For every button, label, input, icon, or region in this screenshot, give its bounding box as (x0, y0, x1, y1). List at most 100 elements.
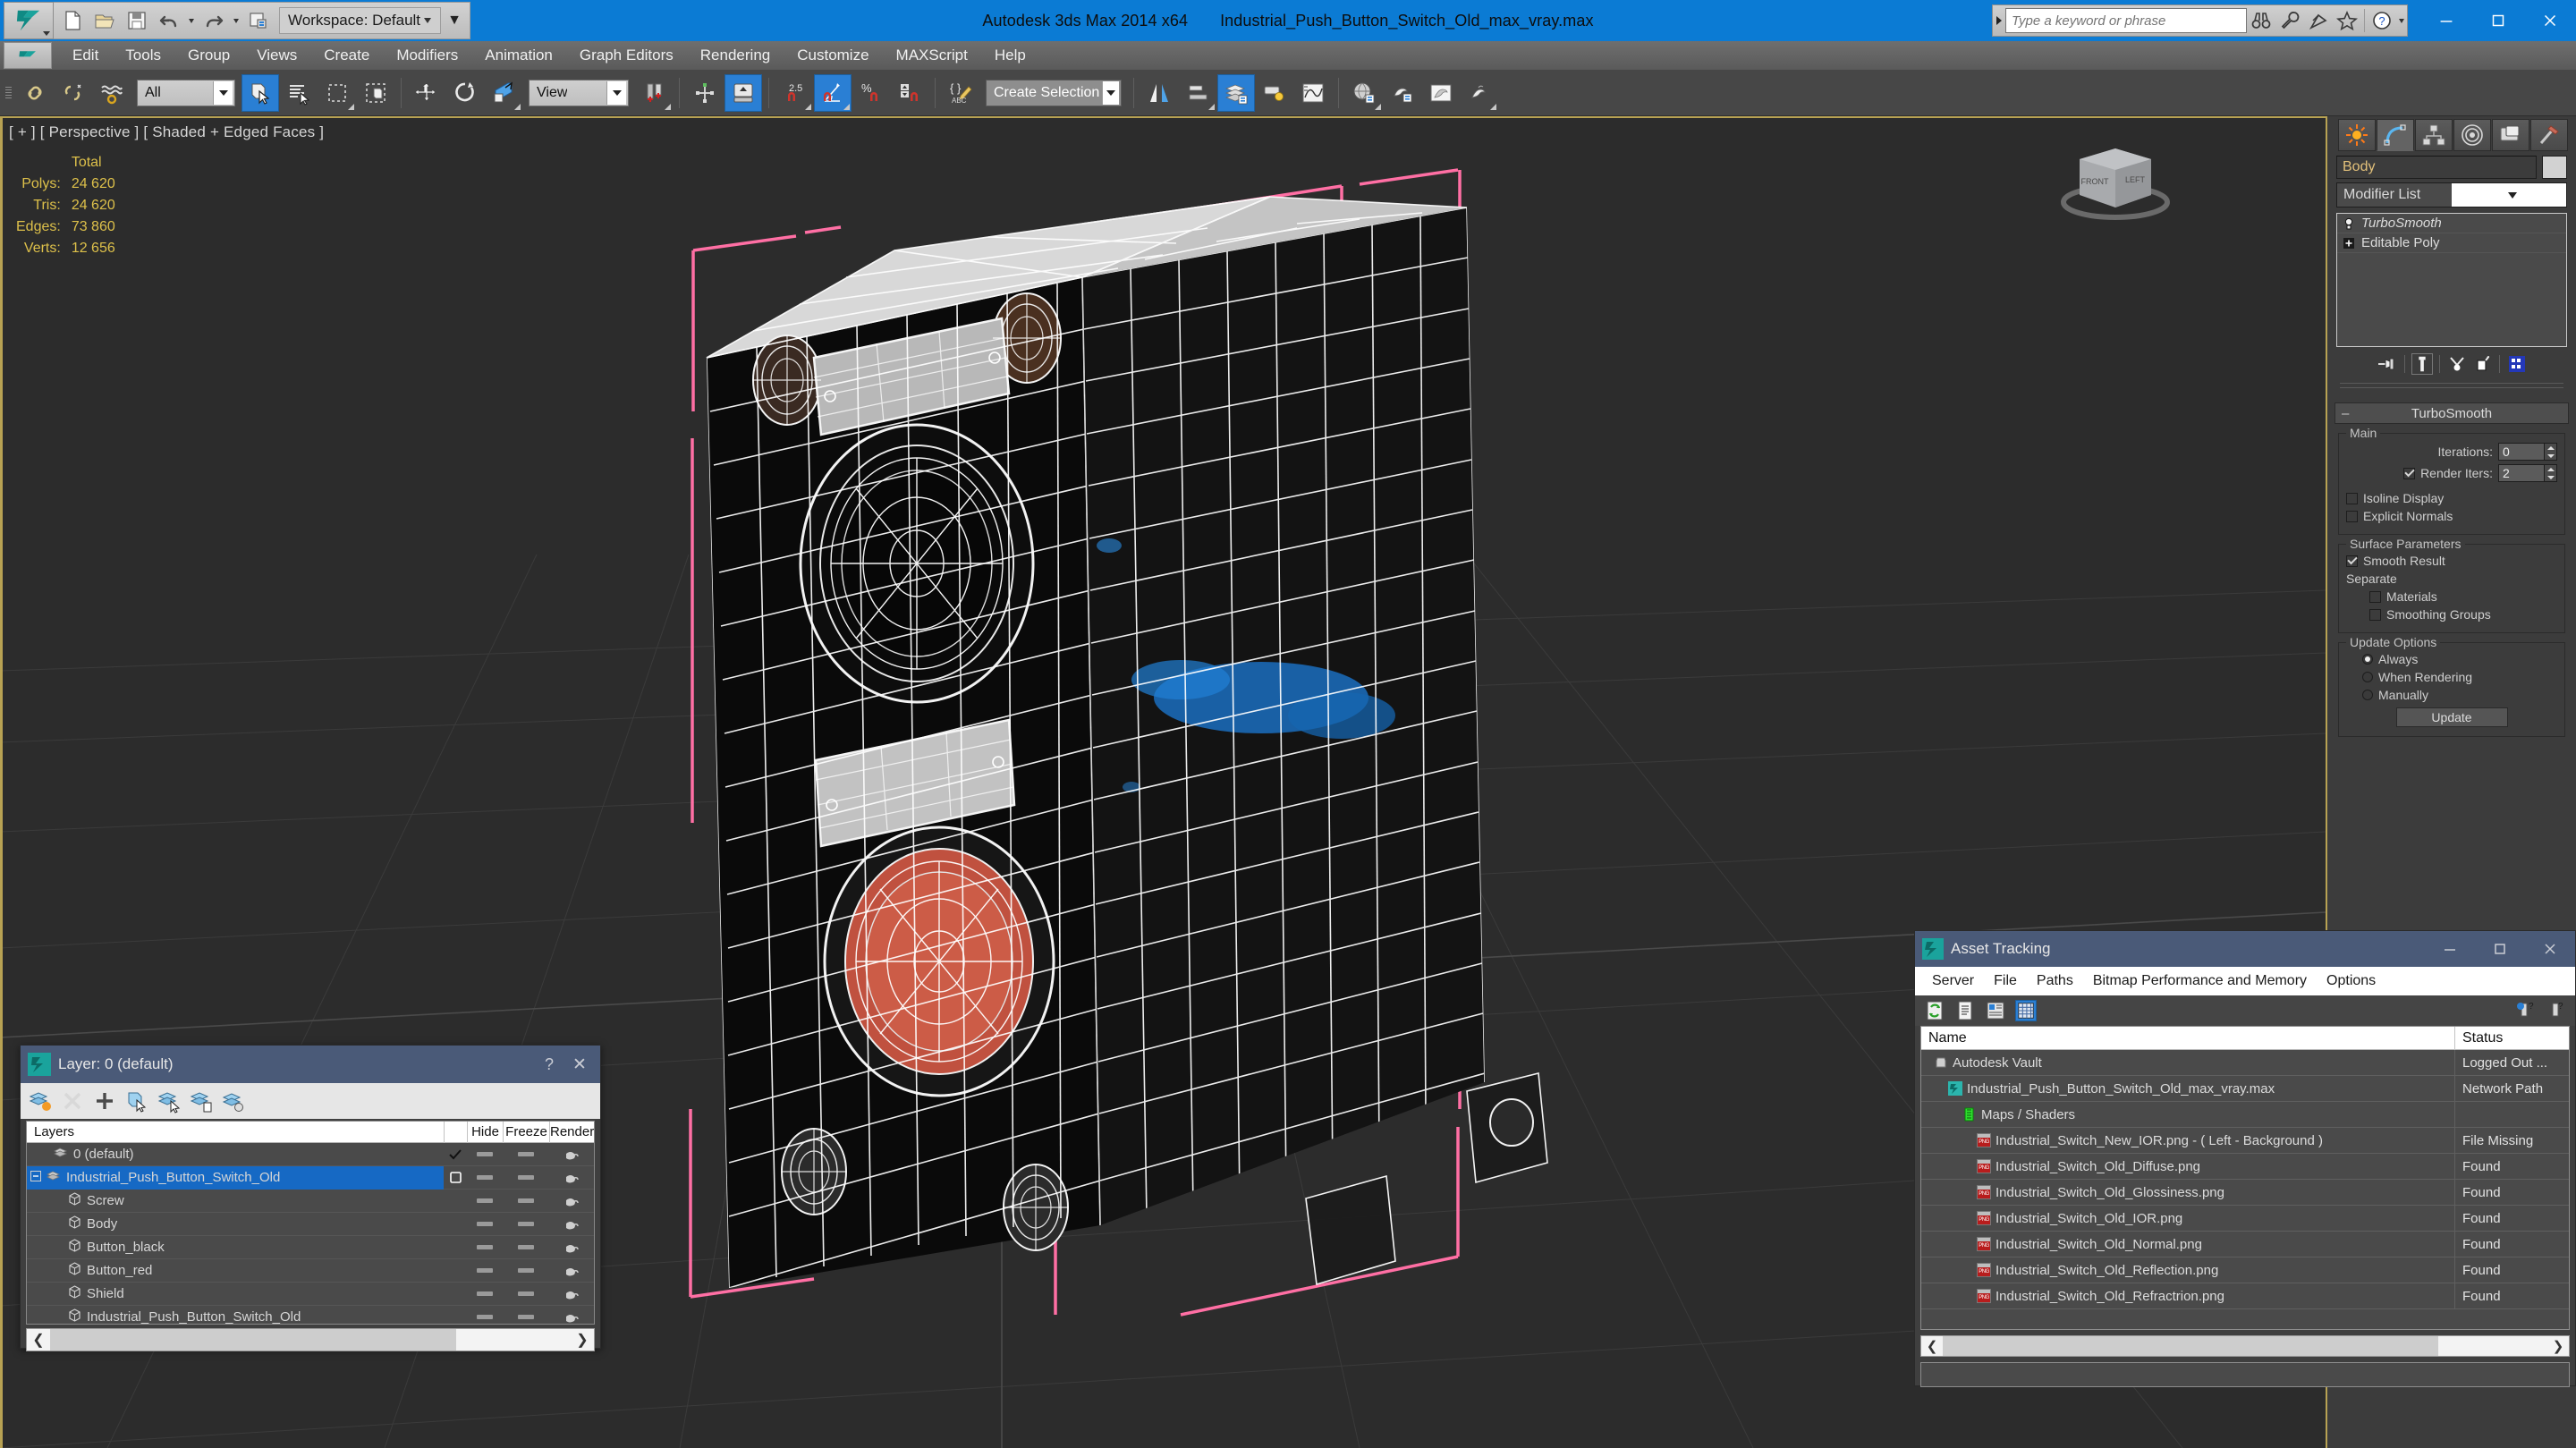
layer-hide-toggle-5[interactable] (467, 1268, 503, 1273)
layer-hide-toggle-3[interactable] (467, 1222, 503, 1226)
set-project-folder-icon[interactable] (243, 5, 274, 36)
material-editor-icon[interactable] (1384, 74, 1421, 112)
menu-item-customize[interactable]: Customize (784, 41, 882, 70)
layer-horizontal-scrollbar[interactable]: ❮ ❯ (26, 1328, 595, 1351)
layer-render-toggle-2[interactable] (549, 1195, 594, 1207)
modifier-list-dropdown[interactable]: Modifier List (2336, 182, 2567, 207)
asset-scroll-left-icon[interactable]: ❮ (1921, 1338, 1943, 1354)
layer-render-toggle-0[interactable] (549, 1148, 594, 1161)
scrollbar-thumb[interactable] (50, 1329, 456, 1351)
layer-dialog-title-bar[interactable]: Layer: 0 (default) ? ✕ (21, 1046, 600, 1083)
window-crossing-icon[interactable] (357, 74, 394, 112)
undo-dropdown-icon[interactable] (186, 5, 197, 36)
menu-item-rendering[interactable]: Rendering (687, 41, 784, 70)
motion-tab-icon[interactable] (2453, 119, 2491, 151)
select-by-name-icon[interactable] (280, 74, 318, 112)
scroll-left-icon[interactable]: ❮ (27, 1331, 50, 1349)
select-and-rotate-icon[interactable] (446, 74, 484, 112)
percent-snap-toggle-icon[interactable]: % (852, 74, 890, 112)
plus-box-icon[interactable] (2343, 237, 2355, 250)
menu-item-modifiers[interactable]: Modifiers (383, 41, 471, 70)
isoline-display-checkbox[interactable] (2346, 492, 2358, 504)
layer-properties-icon[interactable] (221, 1088, 246, 1114)
help-question-icon[interactable]: ? (2368, 5, 2396, 36)
curve-editor-icon[interactable] (1294, 74, 1332, 112)
rectangular-selection-region-icon[interactable] (318, 74, 356, 112)
add-selection-to-layer-icon[interactable] (92, 1088, 117, 1114)
selection-filter-dropdown-icon[interactable] (213, 80, 233, 105)
table-row[interactable]: Button_red (27, 1259, 594, 1283)
display-tab-icon[interactable] (2492, 119, 2529, 151)
table-row[interactable]: Shield (27, 1283, 594, 1306)
materials-checkbox[interactable] (2369, 590, 2381, 603)
hierarchy-tab-icon[interactable] (2415, 119, 2453, 151)
lightbulb-icon[interactable] (2343, 217, 2355, 230)
render-setup-icon[interactable] (1422, 74, 1460, 112)
qat-overflow-icon[interactable]: ▼ (443, 5, 466, 36)
layer-freeze-toggle-1[interactable] (503, 1175, 549, 1180)
table-row[interactable]: Maps / Shaders (1921, 1101, 2569, 1128)
delete-layer-icon[interactable] (60, 1088, 85, 1114)
list-view-icon[interactable] (1954, 1000, 1976, 1021)
open-file-icon[interactable] (89, 5, 120, 36)
asset-tracking-minimize-button[interactable] (2425, 931, 2475, 967)
spinner-snap-toggle-icon[interactable] (891, 74, 928, 112)
materials-row[interactable]: Materials (2346, 589, 2557, 604)
layer-hide-toggle-0[interactable] (467, 1152, 503, 1156)
add-help-icon[interactable]: ? (2514, 1000, 2536, 1021)
maximize-button[interactable] (2472, 0, 2524, 41)
snaps-toggle-icon[interactable]: 2.5 (775, 74, 813, 112)
asset-menu-server[interactable]: Server (1922, 967, 1984, 995)
table-row[interactable]: Industrial_Switch_Old_Glossiness.png Fou… (1921, 1179, 2569, 1206)
asset-tracking-close-button[interactable] (2525, 931, 2575, 967)
stack-item-editable-poly[interactable]: Editable Poly (2337, 233, 2566, 253)
smooth-result-checkbox[interactable] (2346, 555, 2358, 567)
asset-menu-file[interactable]: File (1984, 967, 2027, 995)
create-tab-icon[interactable] (2338, 119, 2376, 151)
align-icon[interactable] (1179, 74, 1216, 112)
render-iters-spin-buttons[interactable] (2545, 464, 2557, 482)
angle-snap-toggle-icon[interactable] (814, 73, 852, 112)
select-highlighted-objects-icon[interactable] (157, 1088, 182, 1114)
remove-modifier-icon[interactable] (2471, 353, 2493, 375)
close-button[interactable] (2524, 0, 2576, 41)
explicit-normals-checkbox[interactable] (2346, 510, 2358, 522)
layer-dialog-help-button[interactable]: ? (534, 1055, 564, 1074)
table-row[interactable]: Industrial_Push_Button_Switch_Old_max_vr… (1921, 1075, 2569, 1102)
use-pivot-point-center-icon[interactable] (635, 74, 673, 112)
configure-modifier-sets-icon[interactable] (2506, 353, 2528, 375)
select-and-link-icon[interactable] (16, 74, 54, 112)
always-row[interactable]: Always (2346, 652, 2557, 666)
table-row[interactable]: Industrial_Switch_Old_Refractrion.png Fo… (1921, 1283, 2569, 1309)
layer-current-marker-1[interactable] (444, 1172, 467, 1183)
named-selection-sets-dropdown-icon[interactable] (1102, 80, 1119, 105)
layer-hide-toggle-2[interactable] (467, 1198, 503, 1203)
layer-freeze-toggle-6[interactable] (503, 1291, 549, 1296)
satellite-icon[interactable] (2304, 5, 2333, 36)
asset-tracking-title-bar[interactable]: Asset Tracking (1915, 931, 2575, 967)
grid-view-icon[interactable] (2015, 1000, 2037, 1021)
menu-item-group[interactable]: Group (174, 41, 243, 70)
menu-item-help[interactable]: Help (981, 41, 1039, 70)
create-new-layer-icon[interactable] (28, 1088, 53, 1114)
object-name-field[interactable] (2336, 156, 2537, 179)
menu-app-logo-icon[interactable] (4, 42, 52, 69)
explicit-normals-row[interactable]: Explicit Normals (2346, 509, 2557, 523)
table-row[interactable]: Industrial_Switch_Old_Diffuse.png Found (1921, 1153, 2569, 1180)
scrollbar-track[interactable] (50, 1329, 571, 1351)
smooth-result-row[interactable]: Smooth Result (2346, 554, 2557, 568)
asset-tracking-maximize-button[interactable] (2475, 931, 2525, 967)
asset-list[interactable]: Name Status Autodesk Vault Logged Out ..… (1920, 1026, 2570, 1330)
asset-tracking-dialog[interactable]: Asset Tracking Server File Paths Bitmap … (1914, 930, 2576, 1387)
render-iters-spinner[interactable] (2498, 464, 2557, 482)
scroll-right-icon[interactable]: ❯ (571, 1331, 594, 1349)
menu-item-animation[interactable]: Animation (471, 41, 566, 70)
save-file-icon[interactable] (122, 5, 152, 36)
minimize-button[interactable] (2420, 0, 2472, 41)
modifier-list-dropdown-icon[interactable] (2452, 183, 2566, 207)
viewport-label[interactable]: [ + ] [ Perspective ] [ Shaded + Edged F… (9, 123, 324, 141)
select-and-manipulate-icon[interactable] (686, 74, 724, 112)
layer-render-toggle-7[interactable] (549, 1311, 594, 1324)
new-file-icon[interactable] (57, 5, 88, 36)
edit-named-selection-sets-icon[interactable]: { } ABC (942, 74, 979, 112)
